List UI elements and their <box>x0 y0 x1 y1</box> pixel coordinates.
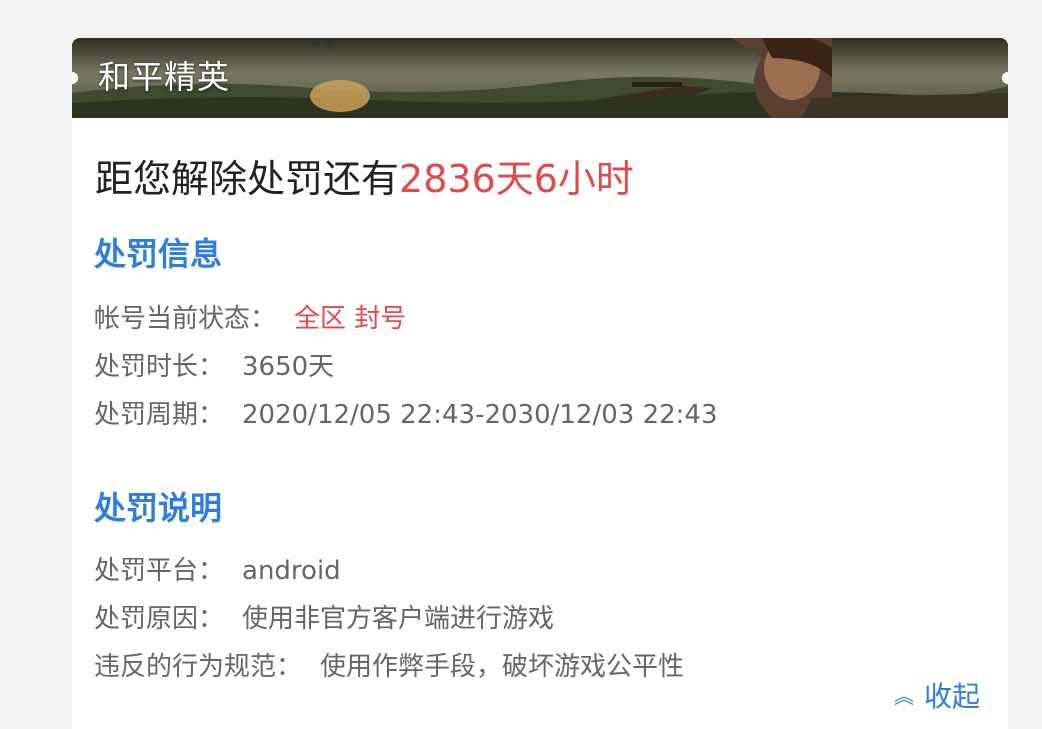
penalty-info-title: 处罚信息 <box>94 235 223 273</box>
game-title: 和平精英 <box>98 58 231 96</box>
penalty-info-row-duration: 处罚时长： 3650天 <box>94 350 334 384</box>
game-banner: 和平精英 <box>72 38 1008 118</box>
banner-notch-right <box>1002 72 1008 84</box>
double-chevron-up-icon: ︽ <box>893 684 914 708</box>
collapse-button[interactable]: ︽ 收起 <box>894 678 980 715</box>
penalty-reason-value: 使用非官方客户端进行游戏 <box>242 604 555 634</box>
row-label: 处罚平台： <box>94 556 225 586</box>
penalty-period-value: 2020/12/05 22:43-2030/12/03 22:43 <box>242 400 718 430</box>
penalty-platform-value: android <box>242 556 341 586</box>
penalty-desc-row-platform: 处罚平台： android <box>94 554 341 588</box>
account-status-value: 全区 封号 <box>294 304 407 334</box>
penalty-desc-row-violation: 违反的行为规范： 使用作弊手段，破坏游戏公平性 <box>94 650 684 684</box>
penalty-duration-value: 3650天 <box>242 352 335 382</box>
row-label: 帐号当前状态： <box>94 304 277 334</box>
row-label: 处罚周期： <box>94 400 225 430</box>
penalty-card: 和平精英 距您解除处罚还有2836天6小时 处罚信息 帐号当前状态： 全区 封号 … <box>72 38 1008 729</box>
penalty-desc-title: 处罚说明 <box>94 489 223 527</box>
countdown-remaining: 2836天6小时 <box>399 157 634 201</box>
unban-countdown: 距您解除处罚还有2836天6小时 <box>95 155 634 203</box>
penalty-desc-row-reason: 处罚原因： 使用非官方客户端进行游戏 <box>94 602 554 636</box>
row-label: 处罚原因： <box>94 604 225 634</box>
row-label: 处罚时长： <box>94 352 225 382</box>
penalty-info-row-period: 处罚周期： 2020/12/05 22:43-2030/12/03 22:43 <box>94 398 718 432</box>
violation-value: 使用作弊手段，破坏游戏公平性 <box>320 652 685 682</box>
collapse-label: 收起 <box>923 680 980 713</box>
penalty-info-row-status: 帐号当前状态： 全区 封号 <box>94 302 406 336</box>
countdown-prefix: 距您解除处罚还有 <box>95 157 400 201</box>
row-label: 违反的行为规范： <box>94 652 303 682</box>
